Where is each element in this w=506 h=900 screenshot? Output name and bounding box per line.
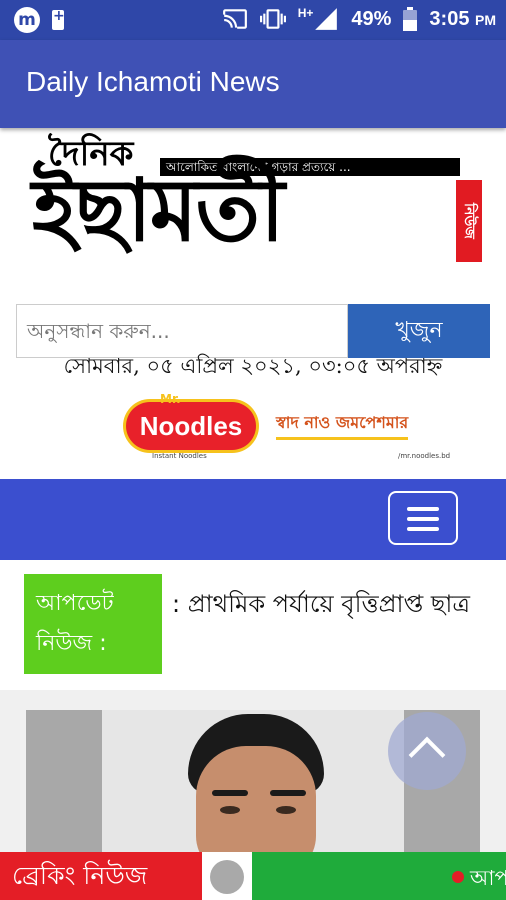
site-logo[interactable]: দৈনিক আলোকিত বাংলাদেশ গড়ার প্রত্যয়ে ..… [26,128,486,278]
breaking-news-ticker-bg [252,852,506,900]
status-bar-right: H+ 49% 3:05 PM [222,6,496,32]
menu-icon-line [407,507,439,511]
breaking-news-bar: ব্রেকিং নিউজ আপ [0,852,506,900]
date-line: সোমবার, ০৫ এপ্রিল ২০২১, ০৩:০৫ অপরাহ্ন [63,354,443,378]
ad-slogan: স্বাদ নাও জমপেশমার [276,410,409,440]
logo-side-badge: নিউজ [456,180,482,262]
battery-icon [403,7,418,31]
person-right-eye [276,806,296,814]
person-left-brow [212,790,248,796]
menu-icon-line [407,517,439,521]
photo-backdrop-left [26,710,102,860]
scroll-to-top-button[interactable] [388,712,466,790]
network-type-label: H+ [297,6,314,20]
update-news-label: আপডেট নিউজ : [24,574,162,674]
ad-brand-sub: Instant Noodles [152,452,207,460]
menu-icon-line [407,527,439,531]
clock: 3:05 PM [429,8,496,31]
ticker-bullet-icon [452,871,464,883]
messenger-notification-icon: m [14,7,40,33]
hamburger-menu-button[interactable] [388,491,458,545]
signal-strength-icon [315,8,338,30]
clock-ampm: PM [475,11,496,28]
status-bar: m H+ 49% 3:05 PM [0,0,506,40]
person-face [196,746,316,860]
breaking-news-label: ব্রেকিং নিউজ [0,852,202,900]
battery-percent: 49% [351,7,392,30]
clock-time: 3:05 [429,7,470,30]
breaking-news-ticker[interactable]: আপ [470,862,506,897]
vibrate-icon [259,9,286,29]
navigation-bar [0,479,506,560]
update-news-ticker[interactable]: : প্রাথমিক পর্যায়ে বৃত্তিপ্রাপ্ত ছাত্র [172,586,470,626]
person-right-brow [270,790,306,796]
advertisement-banner[interactable]: Noodles Mr. Instant Noodles স্বাদ নাও জম… [126,392,476,466]
ad-social-handle: /mr.noodles.bd [398,452,451,460]
battery-charging-notification-icon [52,8,65,30]
app-title: Daily Ichamoti News [26,66,280,97]
status-bar-left: m [14,7,65,33]
ad-brand-logo: Noodles [126,402,256,450]
app-bar: Daily Ichamoti News [0,40,506,128]
logo-main-text: ইছামতী [32,161,285,261]
person-left-eye [220,806,240,814]
ad-brand-prefix: Mr. [160,392,181,406]
cast-icon [222,9,247,29]
breaking-news-dot-icon [210,860,244,894]
